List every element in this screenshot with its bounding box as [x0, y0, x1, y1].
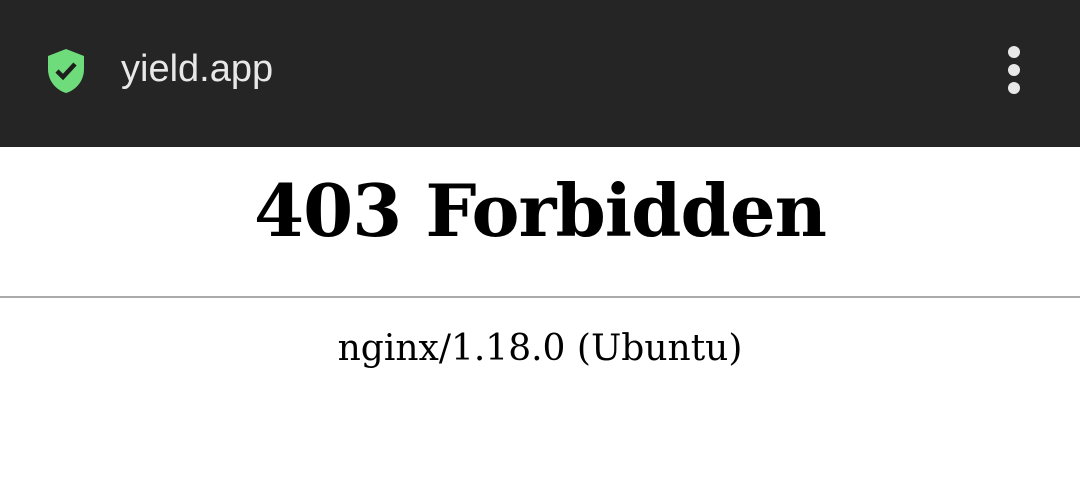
shield-check-icon[interactable] — [45, 47, 87, 95]
more-vert-icon[interactable] — [1000, 44, 1028, 96]
page-heading: 403 Forbidden — [253, 168, 827, 253]
divider — [0, 296, 1080, 298]
browser-toolbar: yield.app — [0, 0, 1080, 147]
url-title[interactable]: yield.app — [121, 48, 273, 91]
server-footer: nginx/1.18.0 (Ubuntu) — [337, 328, 743, 369]
